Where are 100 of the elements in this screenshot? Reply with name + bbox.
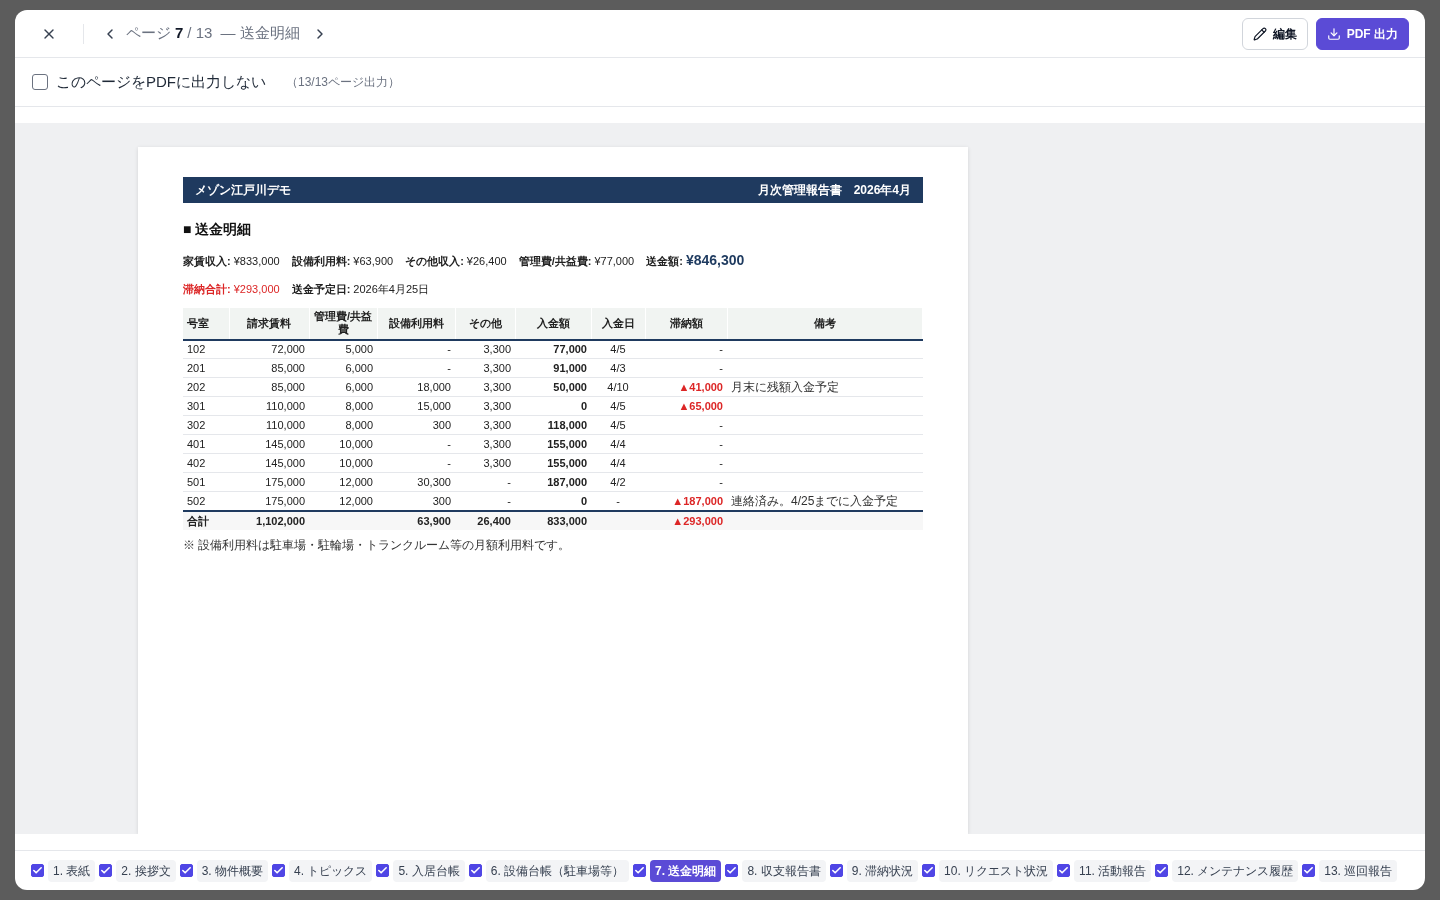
table-cell: 3,300	[455, 453, 515, 473]
check-icon	[1303, 865, 1315, 876]
table-cell: 202	[183, 377, 229, 397]
table-cell: 187,000	[515, 472, 591, 492]
table-cell: 301	[183, 396, 229, 416]
table-cell: -	[377, 453, 455, 473]
checkbox[interactable]	[31, 864, 44, 877]
table-cell: -	[645, 453, 727, 473]
table-cell: 402	[183, 453, 229, 473]
checkbox[interactable]	[32, 74, 48, 90]
table-cell: 10,000	[309, 453, 377, 473]
page-tab[interactable]: 9. 滞納状況	[846, 859, 919, 882]
page-tab[interactable]: 3. 物件概要	[196, 859, 269, 882]
check-icon	[377, 865, 389, 876]
table-cell: 0	[515, 396, 591, 416]
summary-item: 送金額: ¥846,300	[646, 251, 745, 270]
checkbox[interactable]	[99, 864, 113, 877]
checkbox[interactable]	[468, 864, 482, 877]
pdf-export-button[interactable]: PDF 出力	[1315, 17, 1409, 50]
table-cell: 3,300	[455, 339, 515, 359]
page-tab[interactable]: 5. 入居台帳	[393, 859, 465, 882]
table-cell: ▲65,000	[645, 396, 727, 416]
table-cell: 110,000	[229, 396, 309, 416]
summary-item: その他収入: ¥26,400	[405, 254, 507, 269]
page-tab[interactable]: 1. 表紙	[48, 859, 96, 882]
company-name: メゾン江戸川デモ	[195, 182, 291, 199]
table-cell: 3,300	[455, 396, 515, 416]
summary-item: 管理費/共益費: ¥77,000	[518, 254, 635, 269]
table-cell: -	[455, 472, 515, 492]
table-cell: 145,000	[229, 434, 309, 454]
column-header: 備考	[727, 307, 923, 340]
exclude-page-label[interactable]: このページをPDFに出力しない	[56, 70, 266, 94]
page-tab[interactable]: 4. トピックス	[289, 859, 373, 882]
table-cell: 118,000	[515, 415, 591, 435]
checkbox[interactable]	[1155, 864, 1169, 877]
table-cell: 4/4	[591, 434, 645, 454]
table-cell: 401	[183, 434, 229, 454]
table-cell: 4/3	[591, 358, 645, 378]
page-title: — 送金明細	[220, 23, 300, 44]
table-cell: 300	[377, 491, 455, 511]
total-cell: 1,102,000	[229, 511, 309, 530]
download-icon	[1326, 26, 1341, 41]
table-cell: 85,000	[229, 377, 309, 397]
table-cell: 月末に残額入金予定	[727, 377, 923, 397]
table-cell: 10,000	[309, 434, 377, 454]
total-cell: 合計	[183, 511, 229, 530]
edit-button[interactable]: 編集	[1241, 17, 1308, 50]
table-cell: 85,000	[229, 358, 309, 378]
page-tab[interactable]: 6. 設備台帳（駐車場等）	[485, 859, 630, 882]
page-tab[interactable]: 8. 収支報告書	[742, 859, 826, 882]
table-cell: 4/5	[591, 396, 645, 416]
page-tab[interactable]: 7. 送金明細	[650, 859, 722, 882]
summary-item: 送金予定日: 2026年4月25日	[291, 282, 430, 297]
page-tab[interactable]: 13. 巡回報告	[1319, 859, 1398, 882]
check-icon	[100, 865, 112, 876]
check-icon	[1156, 865, 1168, 876]
page-total: / 13	[187, 23, 213, 44]
table-cell: 110,000	[229, 415, 309, 435]
page-label: ページ	[126, 23, 171, 44]
table-cell: -	[377, 339, 455, 359]
checkbox[interactable]	[376, 864, 390, 877]
column-header: 請求賃料	[229, 307, 309, 340]
table-cell: 502	[183, 491, 229, 511]
column-header: 号室	[183, 307, 229, 340]
page-tab[interactable]: 12. メンテナンス履歴	[1172, 859, 1299, 882]
total-cell: 26,400	[455, 511, 515, 530]
checkbox[interactable]	[922, 864, 936, 877]
check-icon	[830, 865, 842, 876]
checkbox[interactable]	[633, 864, 647, 877]
table-cell: 18,000	[377, 377, 455, 397]
table-cell: 91,000	[515, 358, 591, 378]
check-icon	[1058, 865, 1070, 876]
table-cell: 30,300	[377, 472, 455, 492]
pencil-icon	[1252, 26, 1267, 41]
page-tab[interactable]: 2. 挨拶文	[116, 859, 176, 882]
checkbox[interactable]	[725, 864, 739, 877]
check-icon	[32, 865, 43, 876]
table-cell: 302	[183, 415, 229, 435]
checkbox[interactable]	[179, 864, 193, 877]
table-cell: 4/4	[591, 453, 645, 473]
table-cell: -	[591, 491, 645, 511]
table-cell: 0	[515, 491, 591, 511]
table-cell: 8,000	[309, 396, 377, 416]
table-cell: -	[377, 434, 455, 454]
check-icon	[469, 865, 481, 876]
table-cell: 6,000	[309, 358, 377, 378]
table-cell: -	[645, 434, 727, 454]
checkbox[interactable]	[829, 864, 843, 877]
page-tab[interactable]: 11. 活動報告	[1074, 859, 1152, 882]
check-icon	[923, 865, 935, 876]
page-tab[interactable]: 10. リクエスト状況	[939, 859, 1054, 882]
table-cell: 5,000	[309, 339, 377, 359]
table-cell: 501	[183, 472, 229, 492]
table-cell: 4/5	[591, 339, 645, 359]
checkbox[interactable]	[1302, 864, 1316, 877]
checkbox[interactable]	[1057, 864, 1071, 877]
table-cell: 連絡済み。4/25までに入金予定	[727, 491, 923, 511]
checkbox[interactable]	[272, 864, 286, 877]
table-cell: 155,000	[515, 453, 591, 473]
table-cell: -	[377, 358, 455, 378]
